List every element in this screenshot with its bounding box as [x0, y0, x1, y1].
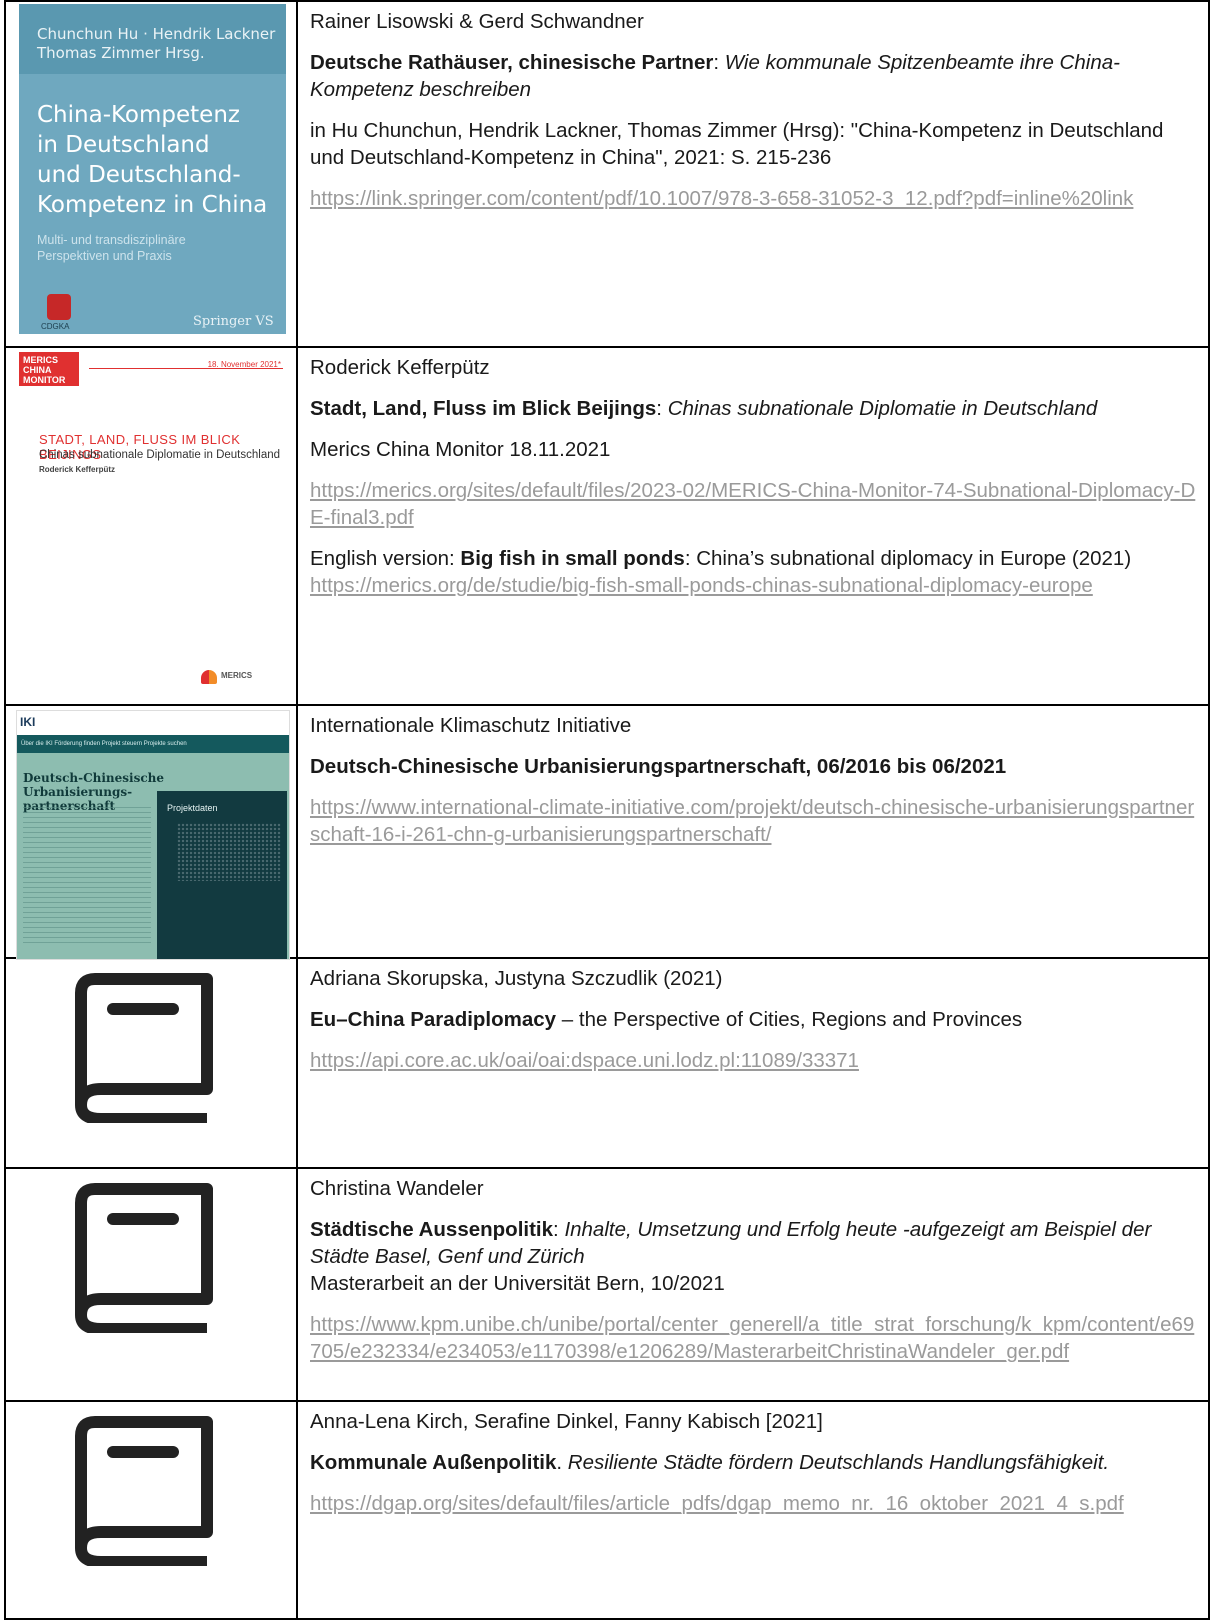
table-row: Christina Wandeler Städtische Aussenpoli… [4, 1167, 1210, 1402]
entry-link[interactable]: https://merics.org/sites/default/files/2… [310, 479, 1195, 529]
cover-title: China-Kompetenz in Deutschland und Deuts… [37, 102, 268, 218]
thumbnail-cell: IKI Über die IKI Förderung finden Projek… [4, 704, 298, 960]
table-row: Anna-Lena Kirch, Serafine Dinkel, Fanny … [4, 1400, 1210, 1620]
entry-title: Eu–China Paradiplomacy – the Perspective… [310, 1008, 1023, 1031]
cdgka-logo-icon [47, 294, 71, 320]
thumbnail-cell [4, 1400, 298, 1620]
thumbnail-cell [4, 1167, 298, 1402]
entry-info: Anna-Lena Kirch, Serafine Dinkel, Fanny … [296, 1400, 1210, 1620]
entry-title: Deutsch-Chinesische Urbanisierungspartne… [310, 755, 1007, 778]
book-icon [75, 973, 213, 1123]
entry-info: Internationale Klimaschutz Initiative De… [296, 704, 1210, 959]
entry-title: Städtische Aussenpolitik: Inhalte, Umset… [310, 1218, 1152, 1268]
entry-authors: Internationale Klimaschutz Initiative [310, 714, 632, 737]
entry-authors: Adriana Skorupska, Justyna Szczudlik (20… [310, 967, 723, 990]
entry-authors: Roderick Kefferpütz [310, 356, 490, 379]
entry-source: Merics China Monitor 18.11.2021 [310, 438, 611, 461]
table-row: Chunchun Hu · Hendrik Lackner Thomas Zimm… [4, 0, 1210, 348]
entry-link[interactable]: https://www.international-climate-initia… [310, 796, 1194, 846]
thumbnail-cell: Chunchun Hu · Hendrik Lackner Thomas Zimm… [4, 0, 298, 348]
thumbnail-cell [4, 957, 298, 1169]
publisher-logo: Springer VS [193, 314, 274, 329]
book-icon [75, 1183, 213, 1333]
entry-info: Christina Wandeler Städtische Aussenpoli… [296, 1167, 1210, 1402]
entry-link[interactable]: https://dgap.org/sites/default/files/art… [310, 1492, 1124, 1515]
thumbnail-cell: MERICS CHINA MONITOR 18. November 2021* … [4, 346, 298, 706]
entry-authors: Christina Wandeler [310, 1177, 484, 1200]
table-row: MERICS CHINA MONITOR 18. November 2021* … [4, 346, 1210, 706]
entry-title: Deutsche Rathäuser, chinesische Partner:… [310, 51, 1120, 101]
entry-authors: Anna-Lena Kirch, Serafine Dinkel, Fanny … [310, 1410, 823, 1433]
entry-source: in Hu Chunchun, Hendrik Lackner, Thomas … [310, 119, 1164, 169]
table-row: Adriana Skorupska, Justyna Szczudlik (20… [4, 957, 1210, 1169]
world-map-icon [177, 823, 281, 881]
merics-logo-icon [201, 670, 217, 684]
entry-source: Masterarbeit an der Universität Bern, 10… [310, 1272, 725, 1295]
entry-english-link[interactable]: https://merics.org/de/studie/big-fish-sm… [310, 574, 1093, 597]
table-row: IKI Über die IKI Förderung finden Projek… [4, 704, 1210, 960]
entry-link[interactable]: https://api.core.ac.uk/oai/oai:dspace.un… [310, 1049, 859, 1072]
entry-link[interactable]: https://www.kpm.unibe.ch/unibe/portal/ce… [310, 1313, 1194, 1363]
entry-title: Stadt, Land, Fluss im Blick Beijings: Ch… [310, 397, 1098, 420]
entry-link[interactable]: https://link.springer.com/content/pdf/10… [310, 187, 1133, 210]
entry-info: Rainer Lisowski & Gerd Schwandner Deutsc… [296, 0, 1210, 348]
entry-english-version: English version: Big fish in small ponds… [310, 547, 1132, 570]
bibliography-table: Chunchun Hu · Hendrik Lackner Thomas Zimm… [4, 0, 1210, 1620]
entry-info: Adriana Skorupska, Justyna Szczudlik (20… [296, 957, 1210, 1169]
entry-info: Roderick Kefferpütz Stadt, Land, Fluss i… [296, 346, 1210, 706]
entry-title: Kommunale Außenpolitik. Resiliente Städt… [310, 1451, 1110, 1474]
entry-authors: Rainer Lisowski & Gerd Schwandner [310, 10, 644, 33]
book-icon [75, 1416, 213, 1566]
